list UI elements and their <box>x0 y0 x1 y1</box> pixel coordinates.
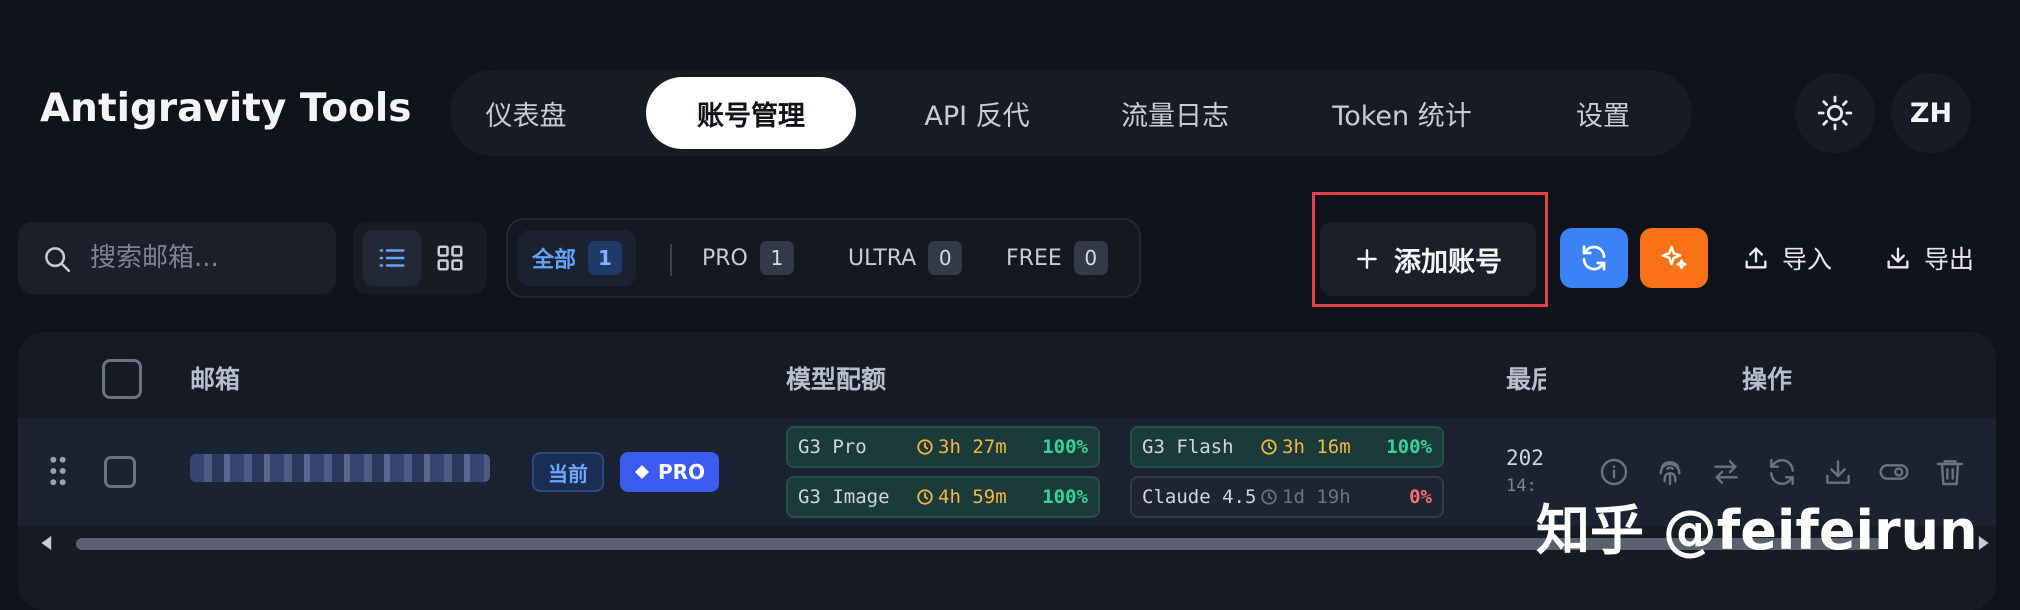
quota-percent: 100% <box>1042 486 1088 508</box>
header-email: 邮箱 <box>190 365 241 394</box>
tab-token-stats[interactable]: Token 统计 <box>1302 77 1502 149</box>
grid-view-button[interactable] <box>421 230 479 286</box>
quota-model: Claude 4.5 <box>1142 486 1257 508</box>
filter-divider <box>670 244 672 276</box>
trash-icon[interactable] <box>1934 456 1966 488</box>
upload-icon <box>1742 244 1770 272</box>
filter-count: 0 <box>1073 241 1108 275</box>
plus-icon <box>1354 246 1380 272</box>
quota-model: G3 Pro <box>798 436 867 458</box>
search-input[interactable] <box>90 236 320 280</box>
quota-g3-flash: G3 Flash 3h 16m 100% <box>1130 426 1444 468</box>
tier-badge: PRO <box>620 452 720 492</box>
select-all-checkbox[interactable] <box>102 359 142 399</box>
import-label: 导入 <box>1782 245 1833 274</box>
view-mode-toggle <box>353 222 487 294</box>
header-last-used: 最后 <box>1506 365 1546 394</box>
import-button[interactable]: 导入 <box>1742 240 1832 276</box>
quota-time: 3h 27m <box>938 436 1007 458</box>
filter-count: 0 <box>928 241 963 275</box>
quota-reset: 3h 16m <box>1260 436 1382 458</box>
scroll-right-arrow-icon[interactable] <box>1976 536 1990 550</box>
quota-reset: 4h 59m <box>916 486 1038 508</box>
quota-model: G3 Image <box>798 486 890 508</box>
quota-g3-image: G3 Image 4h 59m 100% <box>786 476 1100 518</box>
row-checkbox[interactable] <box>104 456 136 488</box>
clock-icon <box>916 488 934 506</box>
list-view-button[interactable] <box>363 230 421 286</box>
quota-g3-pro: G3 Pro 3h 27m 100% <box>786 426 1100 468</box>
tier-filter-group: 全部 1 PRO 1 ULTRA 0 FREE 0 <box>506 218 1141 298</box>
header-actions: 操作 <box>1742 365 1793 394</box>
filter-label: PRO <box>702 245 748 271</box>
tab-traffic-logs[interactable]: 流量日志 <box>1100 77 1250 149</box>
filter-count: 1 <box>588 241 623 275</box>
quota-percent: 100% <box>1386 436 1432 458</box>
table-header: 邮箱 模型配额 最后 操作 <box>18 332 1996 418</box>
language-label: ZH <box>1909 97 1953 129</box>
watermark: 知乎 @feifeirun <box>1536 499 1978 562</box>
sun-icon <box>1816 94 1854 132</box>
download-icon[interactable] <box>1822 456 1854 488</box>
main-nav: 仪表盘 账号管理 API 反代 流量日志 Token 统计 设置 <box>450 70 1692 156</box>
scroll-left-arrow-icon[interactable] <box>40 536 54 550</box>
filter-all[interactable]: 全部 1 <box>518 230 637 286</box>
drag-handle-icon[interactable] <box>48 456 68 486</box>
filter-count: 1 <box>759 241 794 275</box>
last-used-date: 202 <box>1506 446 1544 470</box>
header-quota: 模型配额 <box>786 365 887 394</box>
tab-settings[interactable]: 设置 <box>1560 77 1646 149</box>
quota-time: 3h 16m <box>1282 436 1351 458</box>
refresh-button[interactable] <box>1560 228 1628 288</box>
quota-model: G3 Flash <box>1142 436 1234 458</box>
download-icon <box>1884 244 1912 272</box>
quota-time: 1d 19h <box>1282 486 1351 508</box>
toggle-icon[interactable] <box>1878 456 1910 488</box>
add-account-label: 添加账号 <box>1394 246 1502 278</box>
current-badge: 当前 <box>532 452 604 492</box>
fingerprint-icon[interactable] <box>1654 456 1686 488</box>
export-button[interactable]: 导出 <box>1884 240 1974 276</box>
quota-percent: 100% <box>1042 436 1088 458</box>
switch-icon[interactable] <box>1710 456 1742 488</box>
theme-toggle-button[interactable] <box>1795 73 1875 153</box>
clock-icon <box>1260 438 1278 456</box>
tab-api-proxy[interactable]: API 反代 <box>894 77 1060 149</box>
tab-accounts[interactable]: 账号管理 <box>646 77 856 149</box>
search-box <box>18 222 336 294</box>
email-redacted <box>190 454 490 482</box>
accounts-table: 邮箱 模型配额 最后 操作 当前 PRO G3 Pro 3h 27m 100% … <box>18 332 1996 610</box>
info-icon[interactable] <box>1598 456 1630 488</box>
app-title: Antigravity Tools <box>40 86 412 131</box>
tab-dashboard[interactable]: 仪表盘 <box>464 77 588 149</box>
filter-pro[interactable]: PRO 1 <box>688 230 808 286</box>
search-icon <box>42 244 72 274</box>
smart-action-button[interactable] <box>1640 228 1708 288</box>
filter-label: FREE <box>1006 245 1062 271</box>
export-label: 导出 <box>1924 245 1975 274</box>
quota-claude-4-5: Claude 4.5 1d 19h 0% <box>1130 476 1444 518</box>
filter-free[interactable]: FREE 0 <box>992 230 1122 286</box>
list-icon <box>377 243 407 273</box>
quota-percent: 0% <box>1409 486 1432 508</box>
sparkle-icon <box>1659 243 1689 273</box>
clock-icon <box>1260 488 1278 506</box>
filter-ultra[interactable]: ULTRA 0 <box>834 230 976 286</box>
quota-reset: 3h 27m <box>916 436 1038 458</box>
add-account-button[interactable]: 添加账号 <box>1320 222 1536 296</box>
quota-time: 4h 59m <box>938 486 1007 508</box>
refresh-icon <box>1579 243 1609 273</box>
quota-reset: 1d 19h <box>1260 486 1382 508</box>
filter-label: 全部 <box>532 248 577 273</box>
clock-icon <box>916 438 934 456</box>
grid-icon <box>435 243 465 273</box>
filter-label: ULTRA <box>848 245 917 271</box>
diamond-icon <box>634 464 650 480</box>
refresh-icon[interactable] <box>1766 456 1798 488</box>
tier-label: PRO <box>658 460 706 484</box>
language-button[interactable]: ZH <box>1891 73 1971 153</box>
